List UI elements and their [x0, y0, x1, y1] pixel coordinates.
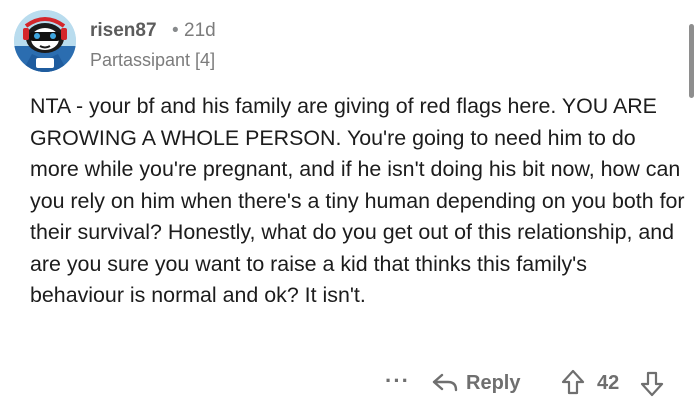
comment: risen87 • 21d Partassipant [4] NTA - you…: [0, 0, 700, 411]
upvote-arrow-icon[interactable]: [560, 369, 586, 395]
comment-actions: ··· Reply 42: [0, 366, 700, 402]
comment-body: NTA - your bf and his family are giving …: [30, 94, 685, 307]
reply-arrow-icon: [432, 373, 458, 392]
avatar[interactable]: [14, 10, 76, 72]
reply-button[interactable]: Reply: [432, 368, 520, 398]
meta-separator: •: [172, 20, 179, 41]
user-flair: Partassipant [4]: [90, 50, 216, 70]
snoo-avatar-icon: [14, 10, 76, 72]
scrollbar[interactable]: [689, 24, 694, 98]
downvote-arrow-icon[interactable]: [639, 371, 665, 397]
comment-age: 21d: [184, 20, 216, 41]
reply-label: Reply: [466, 371, 521, 394]
vote-score: 42: [597, 372, 620, 394]
username-link[interactable]: risen87: [90, 20, 157, 42]
more-options-button[interactable]: ···: [385, 368, 410, 394]
